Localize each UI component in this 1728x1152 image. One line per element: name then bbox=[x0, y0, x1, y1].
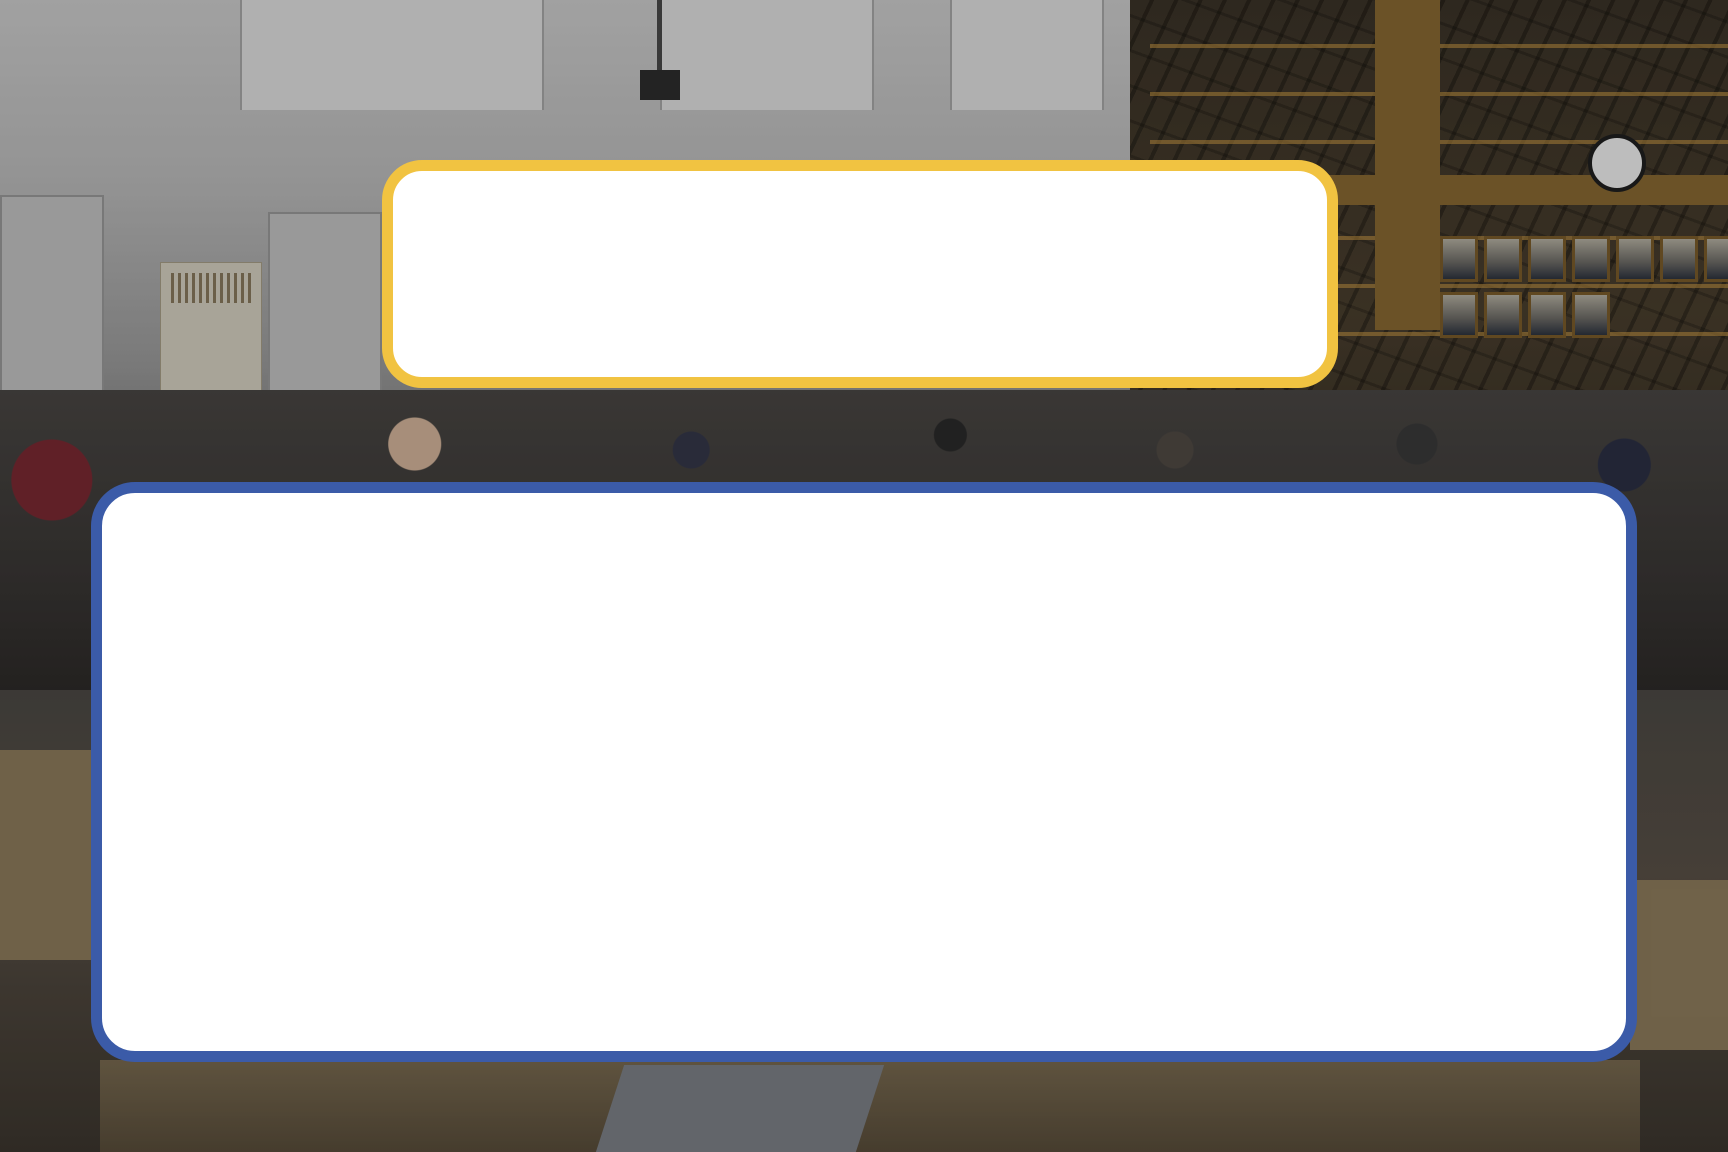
title-card bbox=[382, 160, 1338, 388]
content-card bbox=[91, 482, 1637, 1062]
slide-stage bbox=[0, 0, 1728, 1152]
